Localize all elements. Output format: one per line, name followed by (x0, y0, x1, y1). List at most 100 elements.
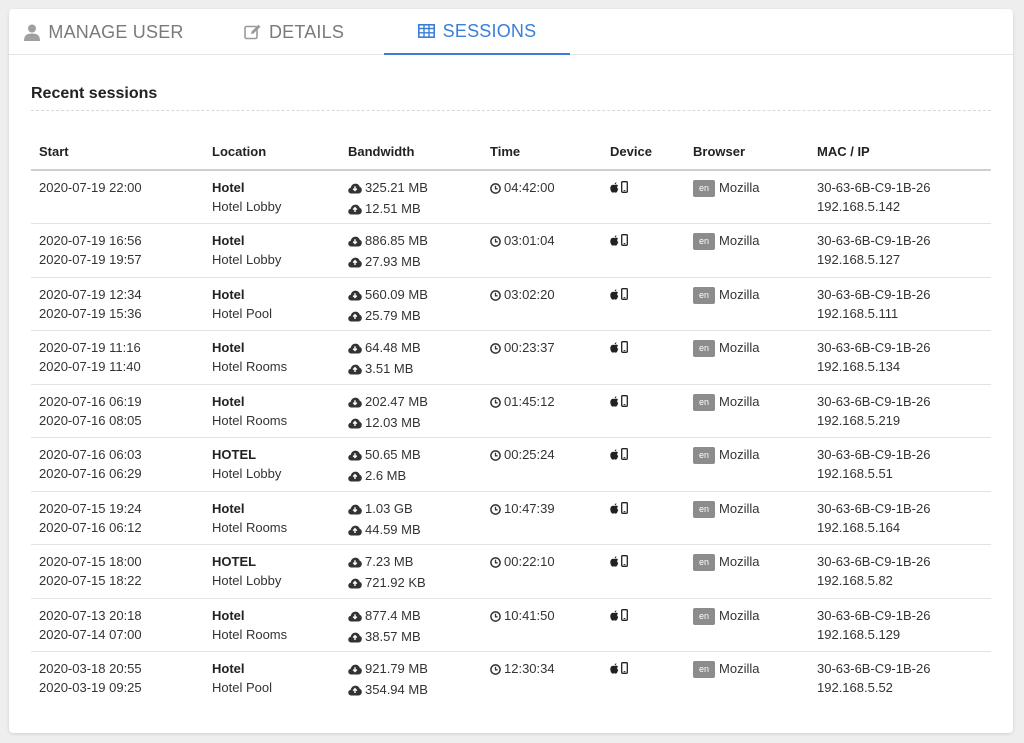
cell-device (602, 598, 685, 652)
cell-time: 04:42:00 (482, 170, 602, 224)
column-header-time: Time (482, 133, 602, 171)
cell-time: 00:23:37 (482, 330, 602, 385)
clock-icon (490, 340, 501, 359)
cloud-upload-icon (348, 522, 362, 541)
session-end: 2020-07-14 07:00 (39, 626, 142, 642)
table-header-row: Start Location Bandwidth Time Device Bro… (31, 133, 991, 171)
session-end: 2020-07-16 08:05 (39, 412, 142, 428)
sessions-table: Start Location Bandwidth Time Device Bro… (31, 133, 991, 705)
cell-start: 2020-07-15 19:24 2020-07-16 06:12 (31, 491, 204, 545)
browser-name: Mozilla (719, 554, 760, 569)
apple-icon (610, 179, 619, 198)
apple-icon (610, 232, 619, 251)
column-header-mac-ip: MAC / IP (809, 133, 991, 171)
cell-start: 2020-07-19 12:34 2020-07-19 15:36 (31, 277, 204, 331)
bandwidth-upload: 3.51 MB (348, 359, 482, 380)
location-area: Hotel Pool (212, 305, 272, 321)
cell-start: 2020-07-13 20:18 2020-07-14 07:00 (31, 598, 204, 652)
tab-manage-user[interactable]: MANAGE USER (9, 9, 199, 55)
session-start: 2020-07-16 06:19 (39, 393, 142, 409)
session-end: 2020-07-19 19:57 (39, 252, 142, 267)
section-title: Recent sessions (31, 85, 158, 102)
cell-browser: en Mozilla (685, 598, 809, 652)
session-duration: 12:30:34 (504, 661, 555, 676)
bandwidth-download: 560.09 MB (348, 285, 482, 306)
browser-name: Mozilla (719, 393, 760, 409)
apple-icon (610, 553, 619, 572)
session-start: 2020-07-19 22:00 (39, 180, 142, 195)
mac-address: 30-63-6B-C9-1B-26 (817, 661, 931, 676)
cell-bandwidth: 202.47 MB 12.03 MB (340, 384, 482, 438)
session-start: 2020-07-15 19:24 (39, 500, 142, 516)
mac-address: 30-63-6B-C9-1B-26 (817, 393, 931, 409)
upload-value: 3.51 MB (365, 361, 414, 376)
upload-value: 12.51 MB (365, 201, 421, 216)
cell-device (602, 491, 685, 545)
cloud-upload-icon (348, 468, 362, 487)
cloud-upload-icon (348, 361, 362, 380)
mac-address: 30-63-6B-C9-1B-26 (817, 180, 931, 195)
browser-name: Mozilla (719, 661, 760, 676)
mobile-icon (621, 232, 628, 251)
cloud-download-icon (348, 447, 362, 466)
ip-address: 192.168.5.142 (817, 199, 901, 214)
mobile-icon (621, 660, 628, 679)
tab-sessions[interactable]: SESSIONS (384, 9, 570, 55)
location-name: HOTEL (212, 554, 257, 569)
cell-device (602, 170, 685, 224)
upload-value: 721.92 KB (365, 575, 426, 590)
table-row: 2020-07-15 18:00 2020-07-15 18:22 HOTEL … (31, 544, 991, 599)
bandwidth-download: 50.65 MB (348, 445, 482, 466)
cell-location: HOTEL Hotel Lobby (204, 437, 340, 492)
cell-mac-ip: 30-63-6B-C9-1B-26 192.168.5.164 (809, 491, 991, 545)
table-row: 2020-07-13 20:18 2020-07-14 07:00 Hotel … (31, 598, 991, 652)
mac-address: 30-63-6B-C9-1B-26 (817, 607, 931, 623)
clock-icon (490, 447, 501, 466)
language-badge: en (693, 447, 716, 464)
cell-browser: en Mozilla (685, 277, 809, 331)
cell-time: 00:25:24 (482, 437, 602, 492)
table-row: 2020-07-15 19:24 2020-07-16 06:12 Hotel … (31, 491, 991, 545)
tab-details[interactable]: DETAILS (205, 9, 383, 55)
cell-location: Hotel Hotel Lobby (204, 170, 340, 224)
cloud-download-icon (348, 233, 362, 252)
session-duration: 04:42:00 (504, 180, 555, 195)
location-name: Hotel (212, 607, 245, 623)
column-header-device: Device (602, 133, 685, 171)
location-name: Hotel (212, 393, 245, 409)
cell-start: 2020-07-19 11:16 2020-07-19 11:40 (31, 330, 204, 385)
cell-start: 2020-07-19 16:56 2020-07-19 19:57 (31, 223, 204, 278)
language-badge: en (693, 607, 716, 625)
session-duration: 00:22:10 (504, 554, 555, 569)
apple-icon (610, 660, 619, 679)
session-end: 2020-07-16 06:12 (39, 519, 142, 535)
cell-device (602, 277, 685, 331)
apple-icon (610, 286, 619, 305)
mobile-icon (621, 553, 628, 572)
cell-bandwidth: 877.4 MB 38.57 MB (340, 598, 482, 652)
table-row: 2020-07-19 11:16 2020-07-19 11:40 Hotel … (31, 330, 991, 385)
bandwidth-upload: 12.03 MB (348, 413, 482, 434)
cloud-upload-icon (348, 575, 362, 594)
location-area: Hotel Rooms (212, 519, 288, 535)
session-end: 2020-07-15 18:22 (39, 573, 142, 588)
cell-device (602, 330, 685, 385)
bandwidth-upload: 2.6 MB (348, 466, 482, 487)
cell-location: Hotel Hotel Pool (204, 652, 340, 706)
session-start: 2020-07-19 11:16 (39, 340, 141, 355)
download-value: 1.03 GB (365, 500, 413, 516)
cloud-upload-icon (348, 308, 362, 327)
mac-address: 30-63-6B-C9-1B-26 (817, 500, 931, 516)
session-end: 2020-07-19 11:40 (39, 359, 141, 374)
location-name: HOTEL (212, 447, 257, 462)
cell-bandwidth: 50.65 MB 2.6 MB (340, 437, 482, 492)
table-row: 2020-07-16 06:19 2020-07-16 08:05 Hotel … (31, 384, 991, 438)
session-duration: 03:02:20 (504, 286, 555, 302)
language-badge: en (693, 393, 716, 411)
location-name: Hotel (212, 180, 245, 195)
cloud-download-icon (348, 554, 362, 573)
location-area: Hotel Rooms (212, 626, 288, 642)
location-area: Hotel Lobby (212, 199, 282, 214)
ip-address: 192.168.5.52 (817, 680, 893, 695)
ip-address: 192.168.5.51 (817, 466, 893, 481)
